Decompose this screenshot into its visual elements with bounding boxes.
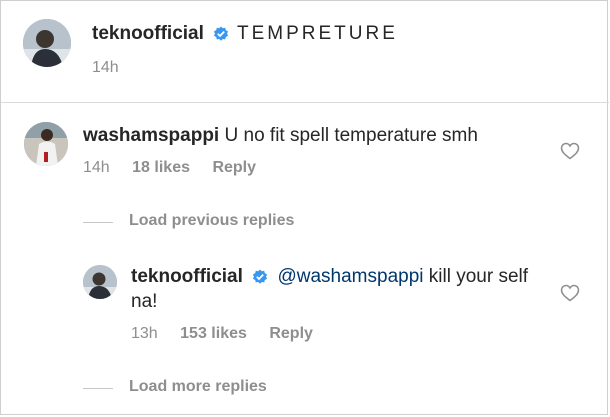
reply-button[interactable]: Reply (212, 159, 256, 176)
caption-username-row: teknoofficial (92, 23, 229, 45)
verified-badge-icon (214, 26, 229, 41)
comments-panel: teknoofficial TEMPRETURE 14h washamspapp… (0, 0, 609, 415)
reply-likes[interactable]: 153 likes (180, 325, 247, 342)
comment-body: washamspappi U no fit spell temperature … (83, 125, 478, 147)
load-line (83, 222, 113, 223)
load-line (83, 388, 113, 389)
caption-text: TEMPRETURE (237, 23, 398, 44)
load-previous-label[interactable]: Load previous replies (129, 212, 294, 230)
reply-reply-button[interactable]: Reply (269, 325, 313, 342)
caption-username[interactable]: teknoofficial (92, 23, 204, 44)
caption-timestamp[interactable]: 14h (92, 59, 119, 77)
comment-timestamp[interactable]: 14h (83, 159, 110, 176)
reply-timestamp[interactable]: 13h (131, 325, 158, 342)
reply-body: teknoofficial @washamspappi kill your se… (131, 264, 541, 314)
reply-meta: 13h 153 likes Reply (131, 325, 331, 343)
heart-icon[interactable] (560, 142, 580, 160)
reply-mention-link[interactable]: @washamspappi (277, 266, 423, 287)
comment-likes[interactable]: 18 likes (132, 159, 190, 176)
divider (1, 102, 609, 103)
comment-avatar[interactable] (24, 122, 68, 166)
reply-username[interactable]: teknoofficial (131, 266, 243, 287)
reply-avatar[interactable] (83, 265, 117, 299)
caption-avatar[interactable] (23, 19, 71, 67)
load-more-label[interactable]: Load more replies (129, 378, 267, 396)
comment-text: U no fit spell temperature smh (224, 125, 478, 146)
comment-meta: 14h 18 likes Reply (83, 159, 274, 177)
heart-icon[interactable] (560, 284, 580, 302)
comment-username[interactable]: washamspappi (83, 125, 219, 146)
verified-badge-icon (253, 269, 268, 284)
